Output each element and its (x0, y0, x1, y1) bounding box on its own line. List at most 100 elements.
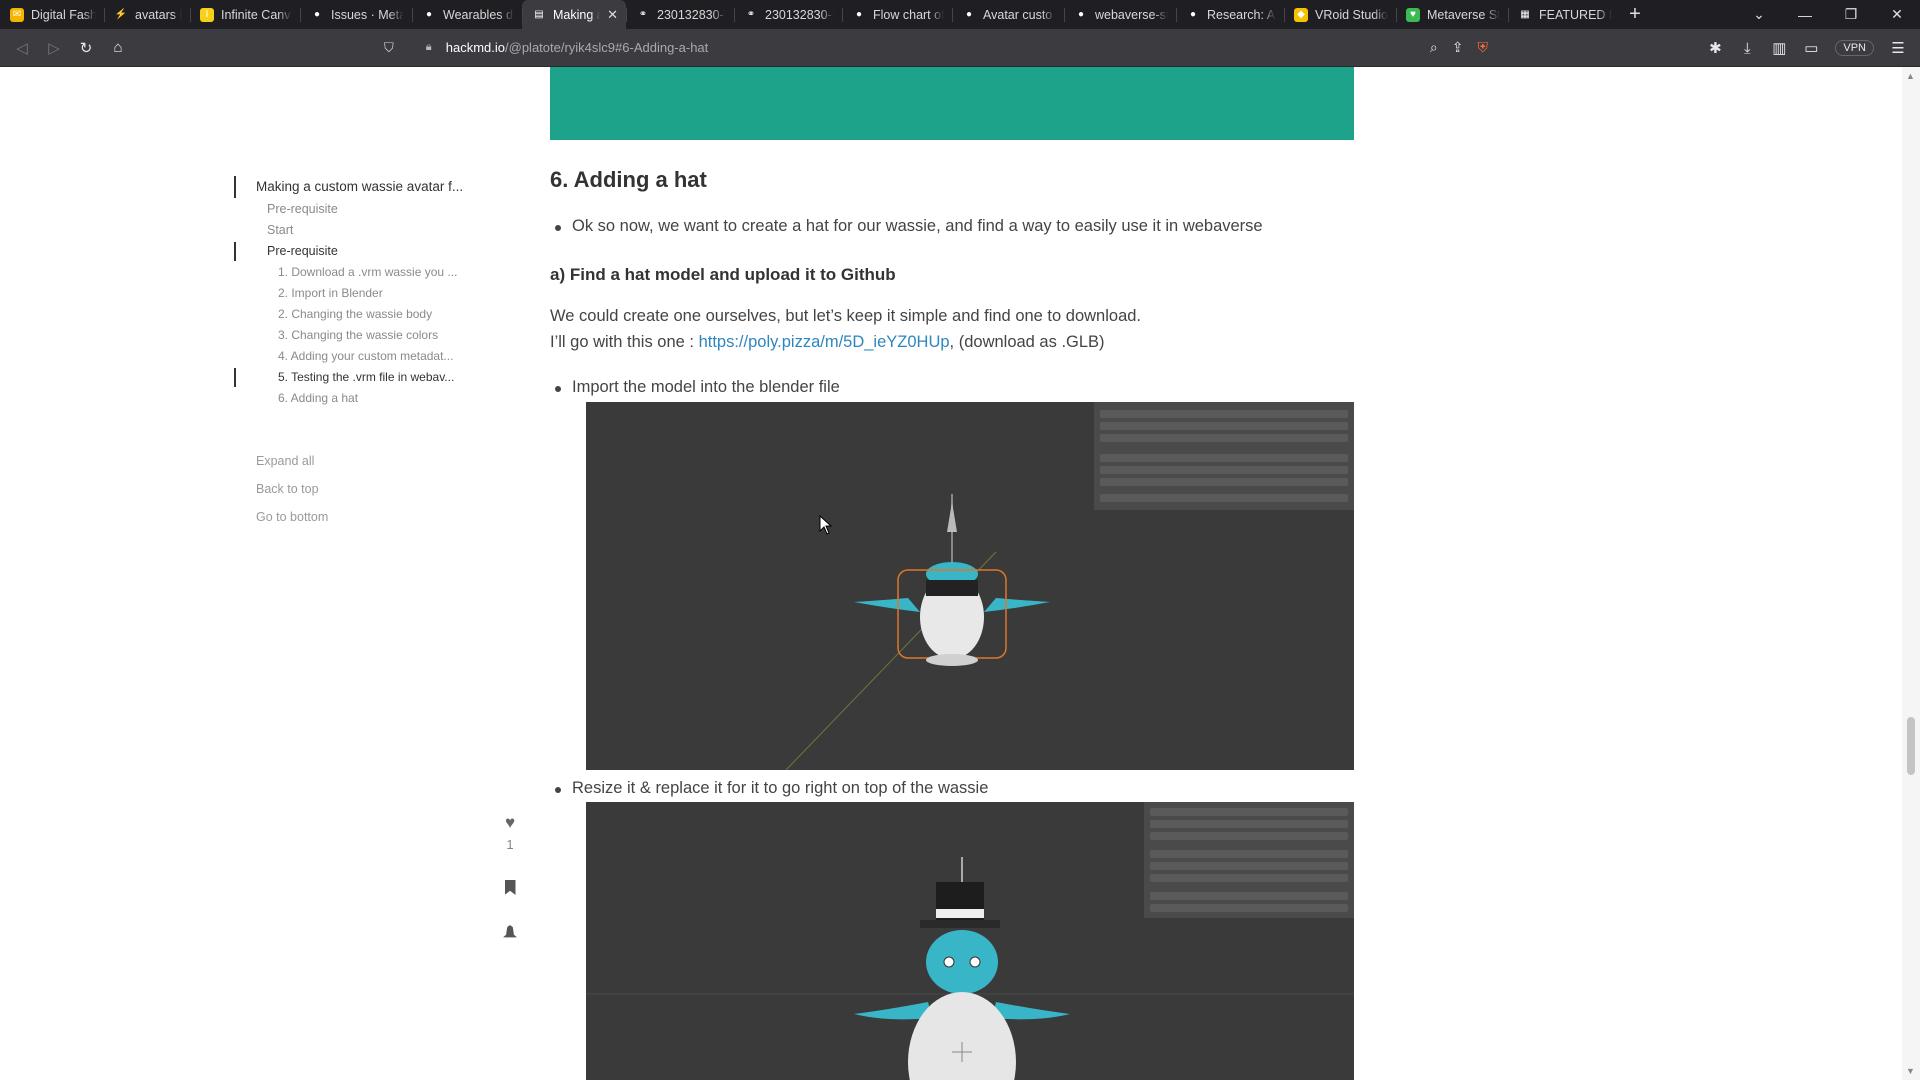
scrollbar-thumb[interactable] (1907, 717, 1915, 775)
like-count: 1 (506, 837, 514, 852)
back-button[interactable]: ◁ (6, 39, 38, 57)
tab-4[interactable]: ● Issues · Meta (300, 0, 412, 29)
lock-icon[interactable]: 🔒︎ (426, 41, 440, 54)
tab-7[interactable]: ⚭ 230132830-7 (626, 0, 734, 29)
vroid-icon: ◆ (1294, 7, 1308, 22)
toc-item[interactable]: Making a custom wassie avatar f... (234, 175, 494, 199)
toc-links: Expand all Back to top Go to bottom (234, 447, 494, 531)
news-icon: ▦ (1518, 7, 1532, 22)
section-heading: 6. Adding a hat (550, 167, 707, 192)
tab-12[interactable]: ● Research: Ava (1176, 0, 1284, 29)
url-host: hackmd.io (445, 40, 506, 55)
tab-title: 230132830-7 (765, 7, 834, 22)
github-icon: ● (852, 7, 866, 22)
close-window-button[interactable]: ✕ (1874, 6, 1920, 23)
toc-item[interactable]: 2. Import in Blender (234, 283, 494, 304)
tab-11[interactable]: ● webaverse-st (1064, 0, 1176, 29)
side-actions: ♥ 1 (498, 813, 522, 939)
go-to-bottom-link[interactable]: Go to bottom (234, 503, 494, 531)
toc-item[interactable]: 5. Testing the .vrm file in webav... (234, 367, 494, 388)
page-content: Making a custom wassie avatar f... Pre-re… (0, 67, 1920, 1080)
metaverse-icon: ♥ (1406, 7, 1420, 22)
toc-list: Making a custom wassie avatar f... Pre-re… (234, 175, 494, 409)
tab-13[interactable]: ◆ VRoid Studio (1284, 0, 1396, 29)
bell-icon[interactable] (503, 925, 517, 938)
tab-title: Digital Fashio (31, 7, 96, 22)
tab-title: Wearables do (443, 7, 514, 22)
url-path: /@platote/ryik4slc9#6-Adding-a-hat (505, 40, 709, 55)
tab-title: Infinite Canva (221, 7, 292, 22)
tab-3[interactable]: I Infinite Canva (190, 0, 300, 29)
tab-9[interactable]: ● Flow chart of (842, 0, 952, 29)
tab-title: Issues · Meta (331, 7, 404, 22)
toc-item[interactable]: 6. Adding a hat (234, 388, 494, 409)
scroll-up-icon[interactable]: ▲ (1906, 71, 1915, 81)
restore-button[interactable]: ❐ (1828, 6, 1874, 23)
tab-title: VRoid Studio (1315, 7, 1388, 22)
github-icon: ● (310, 7, 324, 22)
paragraph-download: We could create one ourselves, but let’s… (550, 307, 1142, 325)
forward-button[interactable]: ▷ (38, 39, 70, 57)
link-icon: ⚭ (744, 7, 758, 22)
home-button[interactable]: ⌂ (102, 39, 134, 56)
extensions-icon[interactable]: ✱ (1699, 39, 1731, 57)
minimize-button[interactable]: — (1782, 7, 1828, 23)
bookmark-page-icon[interactable]: ⛉ (384, 40, 394, 56)
poly-pizza-link[interactable]: https://poly.pizza/m/5D_ieYZ0HUp (699, 333, 950, 351)
tab-2[interactable]: ⚡ avatars | H (104, 0, 190, 29)
address-bar[interactable]: ⛉ 🔒︎ hackmd.io /@platote/ryik4slc9#6-Add… (384, 33, 1488, 62)
share-icon[interactable]: ⇪ (1452, 39, 1464, 56)
toc-item[interactable]: 4. Adding your custom metadat... (234, 346, 494, 367)
back-to-top-link[interactable]: Back to top (234, 475, 494, 503)
toc-item[interactable]: Pre-requisite (234, 241, 494, 262)
blender-screenshot-hat (586, 802, 1354, 1080)
bullet-import: Import the model into the blender file (555, 378, 840, 396)
vpn-button[interactable]: VPN (1835, 40, 1874, 56)
subsection-heading: a) Find a hat model and upload it to Git… (550, 265, 896, 284)
tab-14[interactable]: ♥ Metaverse St (1396, 0, 1508, 29)
zoom-icon[interactable]: ⌕ (1430, 39, 1438, 56)
tab-title: Avatar custo (983, 7, 1053, 22)
toolbar-right: ✱ ⤓ ▥ ▭ VPN ☰ (1699, 29, 1914, 67)
tab-title: 230132830-7 (657, 7, 726, 22)
heart-icon[interactable]: ♥ (498, 813, 522, 833)
mail-icon: ✉ (10, 7, 24, 22)
hackmd-icon: ▤ (532, 7, 546, 22)
bullet-intro: Ok so now, we want to create a hat for o… (555, 217, 1263, 235)
toc-item[interactable]: Pre-requisite (234, 199, 494, 220)
tab-title: Making a (553, 7, 601, 22)
reload-button[interactable]: ↻ (70, 39, 102, 57)
tab-search-icon[interactable]: ⌄ (1736, 6, 1782, 23)
page-scrollbar[interactable]: ▲ ▼ (1902, 67, 1920, 1080)
tab-8[interactable]: ⚭ 230132830-7 (734, 0, 842, 29)
tab-1[interactable]: ✉ Digital Fashio (0, 0, 104, 29)
bookmark-icon[interactable] (504, 880, 516, 895)
tab-title: Research: Ava (1207, 7, 1276, 22)
new-tab-button[interactable]: + (1620, 0, 1650, 29)
sidebar-icon[interactable]: ▥ (1763, 39, 1795, 57)
speaker-icon: ⚡ (114, 7, 128, 22)
downloads-icon[interactable]: ⤓ (1731, 40, 1763, 57)
github-icon: ● (422, 7, 436, 22)
expand-all-link[interactable]: Expand all (234, 447, 494, 475)
toc-item[interactable]: 2. Changing the wassie body (234, 304, 494, 325)
tab-6[interactable]: ▤ Making a ✕ (522, 0, 626, 29)
toc-item[interactable]: Start (234, 220, 494, 241)
brave-shield-icon[interactable]: ⛨ (1478, 39, 1489, 56)
tab-15[interactable]: ▦ FEATURED D (1508, 0, 1620, 29)
github-icon: ● (1186, 7, 1200, 22)
tab-10[interactable]: ● Avatar custo (952, 0, 1064, 29)
toc-item[interactable]: 1. Download a .vrm wassie you ... (234, 262, 494, 283)
close-tab-icon[interactable]: ✕ (607, 7, 618, 23)
tab-title: Flow chart of (873, 7, 944, 22)
scroll-down-icon[interactable]: ▼ (1906, 1066, 1915, 1076)
tab-title: Metaverse St (1427, 7, 1500, 22)
wallet-icon[interactable]: ▭ (1795, 39, 1827, 57)
tab-5[interactable]: ● Wearables do (412, 0, 522, 29)
bullet-resize: Resize it & replace it for it to go righ… (554, 779, 989, 797)
menu-icon[interactable]: ☰ (1882, 39, 1914, 57)
toc-item[interactable]: 3. Changing the wassie colors (234, 325, 494, 346)
tab-list: ✉ Digital Fashio ⚡ avatars | H I Infinite Can… (0, 0, 1620, 29)
link-icon: ⚭ (636, 7, 650, 22)
github-icon: ● (1074, 7, 1088, 22)
